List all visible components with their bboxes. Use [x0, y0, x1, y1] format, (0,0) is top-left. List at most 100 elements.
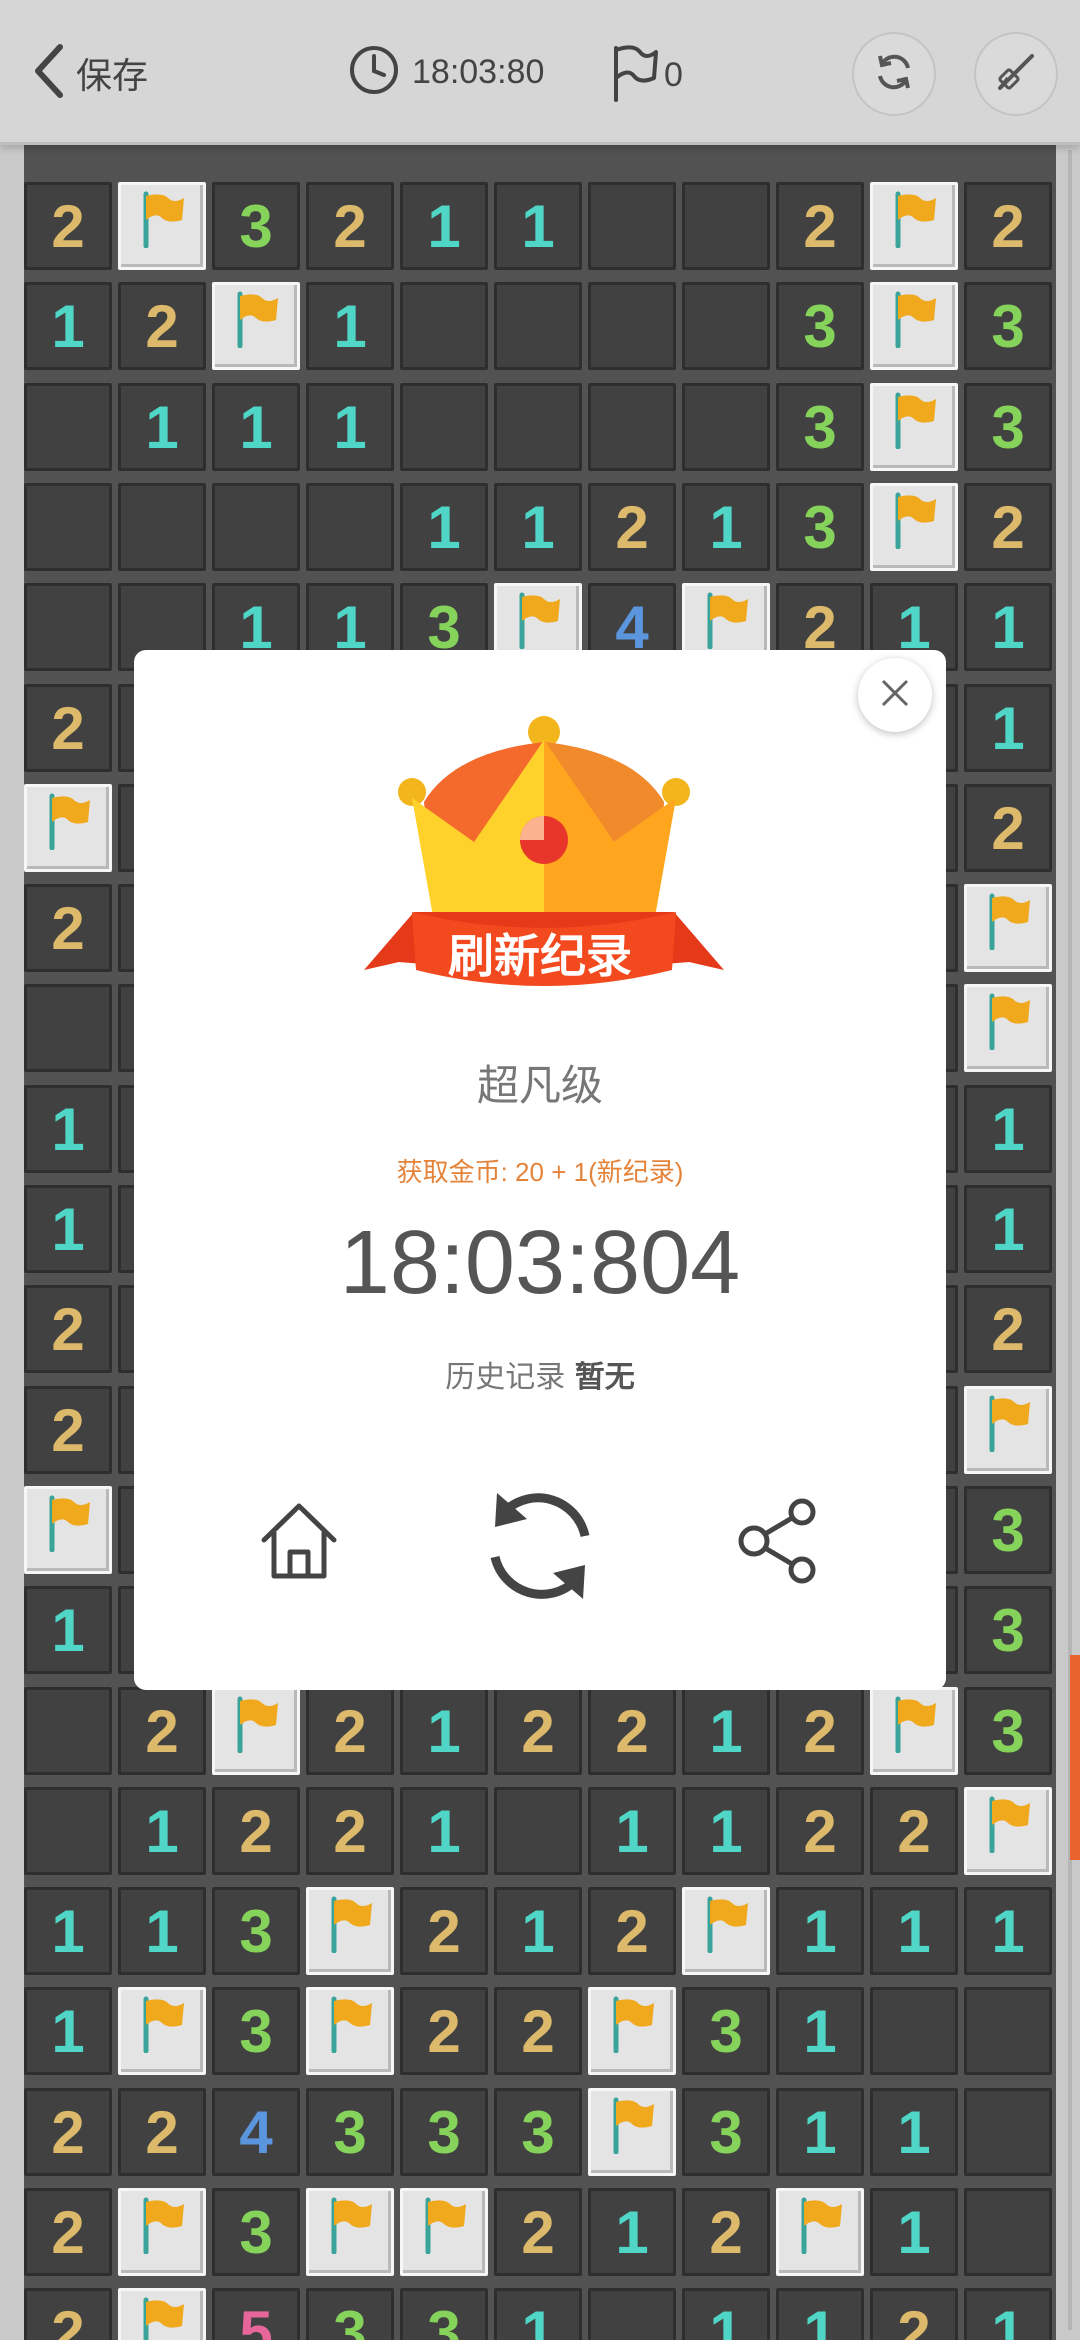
close-button[interactable] [858, 658, 932, 732]
number-cell[interactable]: 1 [118, 1787, 206, 1875]
number-cell[interactable]: 1 [24, 282, 112, 370]
number-cell[interactable]: 2 [24, 182, 112, 270]
number-cell[interactable]: 1 [118, 383, 206, 471]
number-cell[interactable]: 2 [588, 1687, 676, 1775]
number-cell[interactable]: 1 [682, 1787, 770, 1875]
number-cell[interactable]: 2 [212, 1787, 300, 1875]
number-cell[interactable]: 3 [212, 1987, 300, 2075]
number-cell[interactable]: 3 [212, 182, 300, 270]
number-cell[interactable]: 2 [400, 1987, 488, 2075]
number-cell[interactable]: 2 [682, 2188, 770, 2276]
number-cell[interactable]: 3 [306, 2288, 394, 2340]
flagged-cell[interactable] [118, 2288, 206, 2340]
flagged-cell[interactable] [306, 1887, 394, 1975]
number-cell[interactable]: 3 [212, 1887, 300, 1975]
empty-cell[interactable] [588, 282, 676, 370]
number-cell[interactable]: 1 [964, 684, 1052, 772]
number-cell[interactable]: 2 [494, 1687, 582, 1775]
number-cell[interactable]: 1 [24, 1085, 112, 1173]
number-cell[interactable]: 2 [776, 1787, 864, 1875]
empty-cell[interactable] [494, 1787, 582, 1875]
number-cell[interactable]: 2 [494, 1987, 582, 2075]
flagged-cell[interactable] [964, 884, 1052, 972]
number-cell[interactable]: 2 [964, 483, 1052, 571]
number-cell[interactable]: 5 [212, 2288, 300, 2340]
empty-cell[interactable] [682, 182, 770, 270]
empty-cell[interactable] [588, 182, 676, 270]
refresh-button[interactable] [852, 32, 936, 116]
empty-cell[interactable] [24, 583, 112, 671]
flagged-cell[interactable] [306, 1987, 394, 2075]
empty-cell[interactable] [212, 483, 300, 571]
number-cell[interactable]: 3 [776, 483, 864, 571]
number-cell[interactable]: 1 [24, 1987, 112, 2075]
empty-cell[interactable] [964, 2188, 1052, 2276]
empty-cell[interactable] [964, 2088, 1052, 2176]
number-cell[interactable]: 2 [306, 1787, 394, 1875]
number-cell[interactable]: 2 [964, 1285, 1052, 1373]
empty-cell[interactable] [682, 383, 770, 471]
number-cell[interactable]: 1 [212, 383, 300, 471]
flagged-cell[interactable] [118, 2188, 206, 2276]
number-cell[interactable]: 1 [494, 1887, 582, 1975]
number-cell[interactable]: 2 [964, 784, 1052, 872]
number-cell[interactable]: 3 [776, 383, 864, 471]
number-cell[interactable]: 2 [24, 1386, 112, 1474]
number-cell[interactable]: 3 [964, 1687, 1052, 1775]
number-cell[interactable]: 2 [964, 182, 1052, 270]
number-cell[interactable]: 1 [870, 2188, 958, 2276]
number-cell[interactable]: 2 [118, 1687, 206, 1775]
number-cell[interactable]: 2 [24, 2188, 112, 2276]
replay-button[interactable] [470, 1478, 610, 1618]
number-cell[interactable]: 3 [400, 2288, 488, 2340]
number-cell[interactable]: 1 [24, 1887, 112, 1975]
number-cell[interactable]: 2 [400, 1887, 488, 1975]
number-cell[interactable]: 2 [588, 1887, 676, 1975]
number-cell[interactable]: 2 [24, 684, 112, 772]
scroll-indicator[interactable] [1070, 1655, 1080, 1860]
number-cell[interactable]: 2 [24, 884, 112, 972]
flagged-cell[interactable] [964, 1386, 1052, 1474]
number-cell[interactable]: 2 [870, 2288, 958, 2340]
number-cell[interactable]: 2 [118, 2088, 206, 2176]
empty-cell[interactable] [870, 1987, 958, 2075]
flagged-cell[interactable] [964, 1787, 1052, 1875]
number-cell[interactable]: 1 [964, 2288, 1052, 2340]
number-cell[interactable]: 3 [964, 1586, 1052, 1674]
flagged-cell[interactable] [400, 2188, 488, 2276]
number-cell[interactable]: 2 [24, 1285, 112, 1373]
empty-cell[interactable] [400, 282, 488, 370]
flagged-cell[interactable] [776, 2188, 864, 2276]
number-cell[interactable]: 1 [776, 2288, 864, 2340]
number-cell[interactable]: 1 [588, 1787, 676, 1875]
number-cell[interactable]: 1 [682, 1687, 770, 1775]
empty-cell[interactable] [964, 1987, 1052, 2075]
number-cell[interactable]: 1 [776, 1887, 864, 1975]
number-cell[interactable]: 1 [306, 282, 394, 370]
empty-cell[interactable] [118, 483, 206, 571]
number-cell[interactable]: 3 [306, 2088, 394, 2176]
number-cell[interactable]: 3 [964, 282, 1052, 370]
number-cell[interactable]: 1 [118, 1887, 206, 1975]
number-cell[interactable]: 3 [494, 2088, 582, 2176]
flagged-cell[interactable] [870, 182, 958, 270]
number-cell[interactable]: 3 [400, 2088, 488, 2176]
number-cell[interactable]: 2 [24, 2088, 112, 2176]
flagged-cell[interactable] [870, 1687, 958, 1775]
flagged-cell[interactable] [964, 984, 1052, 1072]
number-cell[interactable]: 1 [588, 2188, 676, 2276]
number-cell[interactable]: 1 [24, 1586, 112, 1674]
share-button[interactable] [714, 1478, 844, 1608]
home-button[interactable] [234, 1478, 364, 1608]
empty-cell[interactable] [588, 2288, 676, 2340]
number-cell[interactable]: 2 [870, 1787, 958, 1875]
back-save-button[interactable]: 保存 [30, 38, 148, 108]
number-cell[interactable]: 4 [212, 2088, 300, 2176]
number-cell[interactable]: 3 [682, 2088, 770, 2176]
number-cell[interactable]: 1 [400, 1787, 488, 1875]
number-cell[interactable]: 3 [776, 282, 864, 370]
number-cell[interactable]: 2 [306, 182, 394, 270]
empty-cell[interactable] [24, 383, 112, 471]
number-cell[interactable]: 1 [682, 483, 770, 571]
number-cell[interactable]: 2 [494, 2188, 582, 2276]
